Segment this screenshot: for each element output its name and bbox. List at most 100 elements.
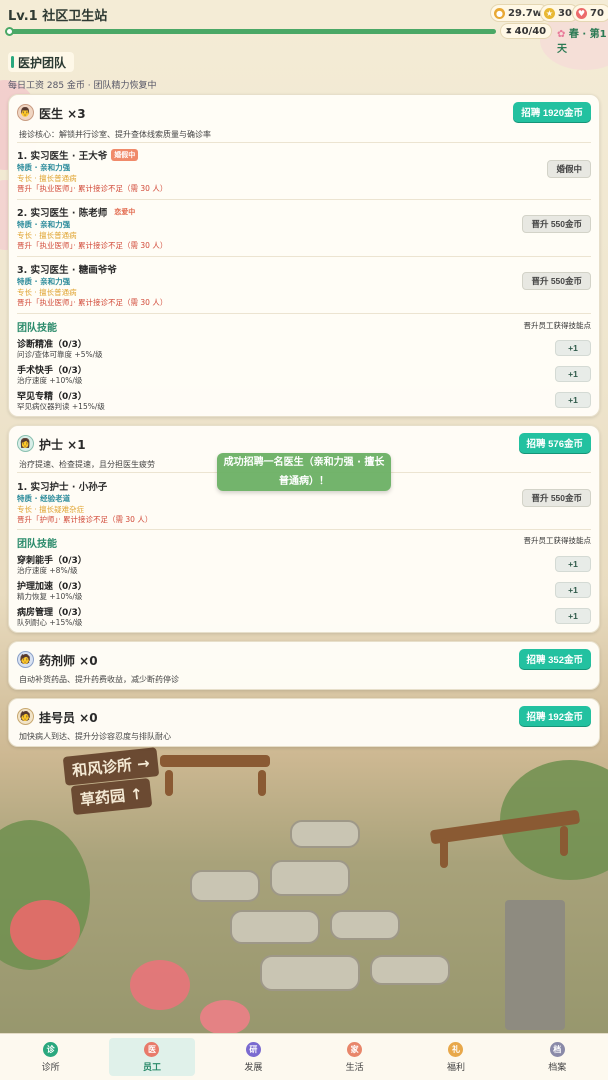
member-promotion: 晋升「执业医师」· 累计接诊不足（需 30 人）	[17, 241, 168, 250]
skill-row: 穿刺能手（0/3） 治疗速度 +8%/级 +1	[17, 553, 591, 577]
status-badge: 婚假中	[111, 149, 139, 161]
member-trait: 特质 · 经验老道	[17, 494, 71, 503]
member-name: 2. 实习医生 · 陈老师	[17, 208, 108, 219]
divider	[17, 256, 591, 257]
skills-hint: 晋升员工获得技能点	[523, 321, 592, 330]
skills-title: 团队技能	[17, 323, 57, 334]
skill-row: 罕见专精（0/3） 罕见病仪器判读 +15%/级 +1	[17, 389, 591, 413]
skill-upgrade-button[interactable]: +1	[555, 340, 591, 356]
divider	[17, 199, 591, 200]
skill-desc: 问诊/查体可靠度 +5%/级	[17, 350, 103, 359]
nurse-card-title: 护士 ×1	[39, 438, 86, 452]
heart-counter: ♥ 70	[572, 4, 608, 22]
doctor-member-2: 2. 实习医生 · 陈老师 恋爱中 特质 · 亲和力强 专长 · 擅长普通病 晋…	[17, 201, 591, 257]
promote-button[interactable]: 晋升 550金币	[522, 272, 591, 290]
member-name: 3. 实习医生 · 糖画爷爷	[17, 265, 117, 276]
level-progress-marker	[5, 27, 14, 36]
doctor-member-3: 3. 实习医生 · 糖画爷爷 特质 · 亲和力强 专长 · 擅长普通病 晋升「执…	[17, 258, 591, 314]
hourglass-icon: ⧗	[506, 26, 512, 35]
nav-label: 员工	[142, 1062, 161, 1073]
develop-icon: 研	[245, 1041, 261, 1057]
recruit-success-toast: 成功招聘一名医生（亲和力强 · 擅长普通病）！	[217, 453, 391, 491]
skill-desc: 精力恢复 +10%/级	[17, 592, 83, 601]
records-icon: 档	[549, 1041, 565, 1057]
skill-row: 诊断精准（0/3） 问诊/查体可靠度 +5%/级 +1	[17, 337, 591, 361]
capacity-value: 40/40	[514, 25, 547, 37]
section-title: 医护团队	[8, 52, 75, 72]
clinic-icon: 诊	[43, 1041, 59, 1057]
nav-label: 档案	[548, 1062, 567, 1073]
skill-upgrade-button[interactable]: +1	[555, 608, 591, 624]
registrar-card-desc: 加快病人到达、提升分诊容忍度与排队耐心	[19, 732, 171, 741]
promote-button[interactable]: 晋升 550金币	[522, 489, 591, 507]
heart-icon: ♥	[576, 7, 587, 19]
nurse-card-desc: 治疗提速、检查提速，且分担医生疲劳	[19, 460, 155, 469]
skill-upgrade-button[interactable]: +1	[555, 392, 591, 408]
doctor-avatar-icon: 👨	[17, 104, 34, 121]
skill-desc: 队列耐心 +15%/级	[17, 618, 83, 627]
welfare-icon: 礼	[448, 1041, 464, 1057]
pharmacist-card: 🧑 药剂师 ×0 招聘 352金币 自动补货药品、提升药费收益，减少断药停诊	[8, 641, 600, 690]
member-name: 1. 实习医生 · 王大爷	[17, 151, 108, 162]
status-badge: 恋爱中	[114, 208, 136, 216]
skill-upgrade-button[interactable]: +1	[555, 582, 591, 598]
member-leave-button[interactable]: 婚假中	[547, 160, 591, 178]
skill-upgrade-button[interactable]: +1	[555, 366, 591, 382]
recruit-doctor-button[interactable]: 招聘 1920金币	[513, 102, 591, 122]
member-trait: 特质 · 亲和力强	[17, 163, 71, 172]
staff-icon: 医	[144, 1041, 160, 1057]
skill-desc: 治疗速度 +8%/级	[17, 566, 78, 575]
nav-item-welfare[interactable]: 礼福利	[405, 1034, 506, 1080]
member-promotion: 晋升「护师」· 累计接诊不足（需 30 人）	[17, 515, 153, 524]
level-progress-fill	[8, 29, 496, 34]
flower-icon: ✿	[557, 29, 566, 40]
nav-label: 发展	[244, 1062, 263, 1073]
member-promotion: 晋升「执业医师」· 累计接诊不足（需 30 人）	[17, 298, 168, 307]
skills-hint: 晋升员工获得技能点	[523, 536, 592, 545]
section-subtitle: 每日工资 285 金币 · 团队精力恢复中	[8, 81, 157, 91]
registrar-card: 🧑 挂号员 ×0 招聘 192金币 加快病人到达、提升分诊容忍度与排队耐心	[8, 698, 600, 747]
coin-value: 29.7w	[508, 7, 542, 19]
recruit-pharmacist-button[interactable]: 招聘 352金币	[518, 649, 591, 669]
divider	[17, 313, 591, 314]
nurse-avatar-icon: 👩	[17, 435, 34, 452]
nav-item-life[interactable]: 家生活	[304, 1034, 405, 1080]
pharmacist-card-desc: 自动补货药品、提升药费收益，减少断药停诊	[19, 675, 179, 684]
capacity-counter: ⧗ 40/40	[500, 23, 553, 39]
nav-item-clinic[interactable]: 诊诊所	[0, 1034, 101, 1080]
nav-label: 福利	[446, 1062, 465, 1073]
skill-desc: 罕见病仪器判读 +15%/级	[17, 402, 105, 411]
pharmacist-card-title: 药剂师 ×0	[39, 654, 98, 668]
nav-label: 诊所	[41, 1062, 60, 1073]
doctor-card-title: 医生 ×3	[39, 107, 86, 121]
recruit-registrar-button[interactable]: 招聘 192金币	[518, 706, 591, 726]
member-name: 1. 实习护士 · 小孙子	[17, 482, 108, 493]
bottom-nav: 诊诊所医员工研发展家生活礼福利档档案	[0, 1033, 608, 1080]
member-trait: 特质 · 亲和力强	[17, 220, 71, 229]
promote-button[interactable]: 晋升 550金币	[522, 215, 591, 233]
member-promotion: 晋升「执业医师」· 累计接诊不足（需 30 人）	[17, 184, 168, 193]
nav-item-staff[interactable]: 医员工	[101, 1034, 202, 1080]
doctor-card-desc: 接诊核心：解锁并行诊室、提升查体线索质量与确诊率	[19, 130, 211, 139]
star-icon: ★	[544, 7, 555, 19]
registrar-card-title: 挂号员 ×0	[39, 711, 98, 725]
star-value: 30	[558, 7, 572, 19]
skill-row: 手术快手（0/3） 治疗速度 +10%/级 +1	[17, 363, 591, 387]
skill-desc: 治疗速度 +10%/级	[17, 376, 83, 385]
divider	[17, 529, 591, 530]
skill-row: 护理加速（0/3） 精力恢复 +10%/级 +1	[17, 579, 591, 603]
divider	[17, 142, 591, 143]
heart-value: 70	[590, 7, 604, 19]
coin-icon: ●	[494, 7, 505, 19]
nav-item-develop[interactable]: 研发展	[203, 1034, 304, 1080]
recruit-nurse-button[interactable]: 招聘 576金币	[518, 433, 591, 453]
pharmacist-avatar-icon: 🧑	[17, 651, 34, 668]
nav-item-records[interactable]: 档档案	[507, 1034, 608, 1080]
life-icon: 家	[347, 1041, 363, 1057]
doctor-member-1: 1. 实习医生 · 王大爷 婚假中 特质 · 亲和力强 专长 · 擅长普通病 晋…	[17, 144, 591, 200]
level-progress-bar	[8, 29, 496, 34]
doctor-card: 👨 医生 ×3 招聘 1920金币 接诊核心：解锁并行诊室、提升查体线索质量与确…	[8, 94, 600, 417]
skills-title: 团队技能	[17, 539, 57, 550]
skill-upgrade-button[interactable]: +1	[555, 556, 591, 572]
clinic-title: Lv.1 社区卫生站	[8, 9, 108, 24]
